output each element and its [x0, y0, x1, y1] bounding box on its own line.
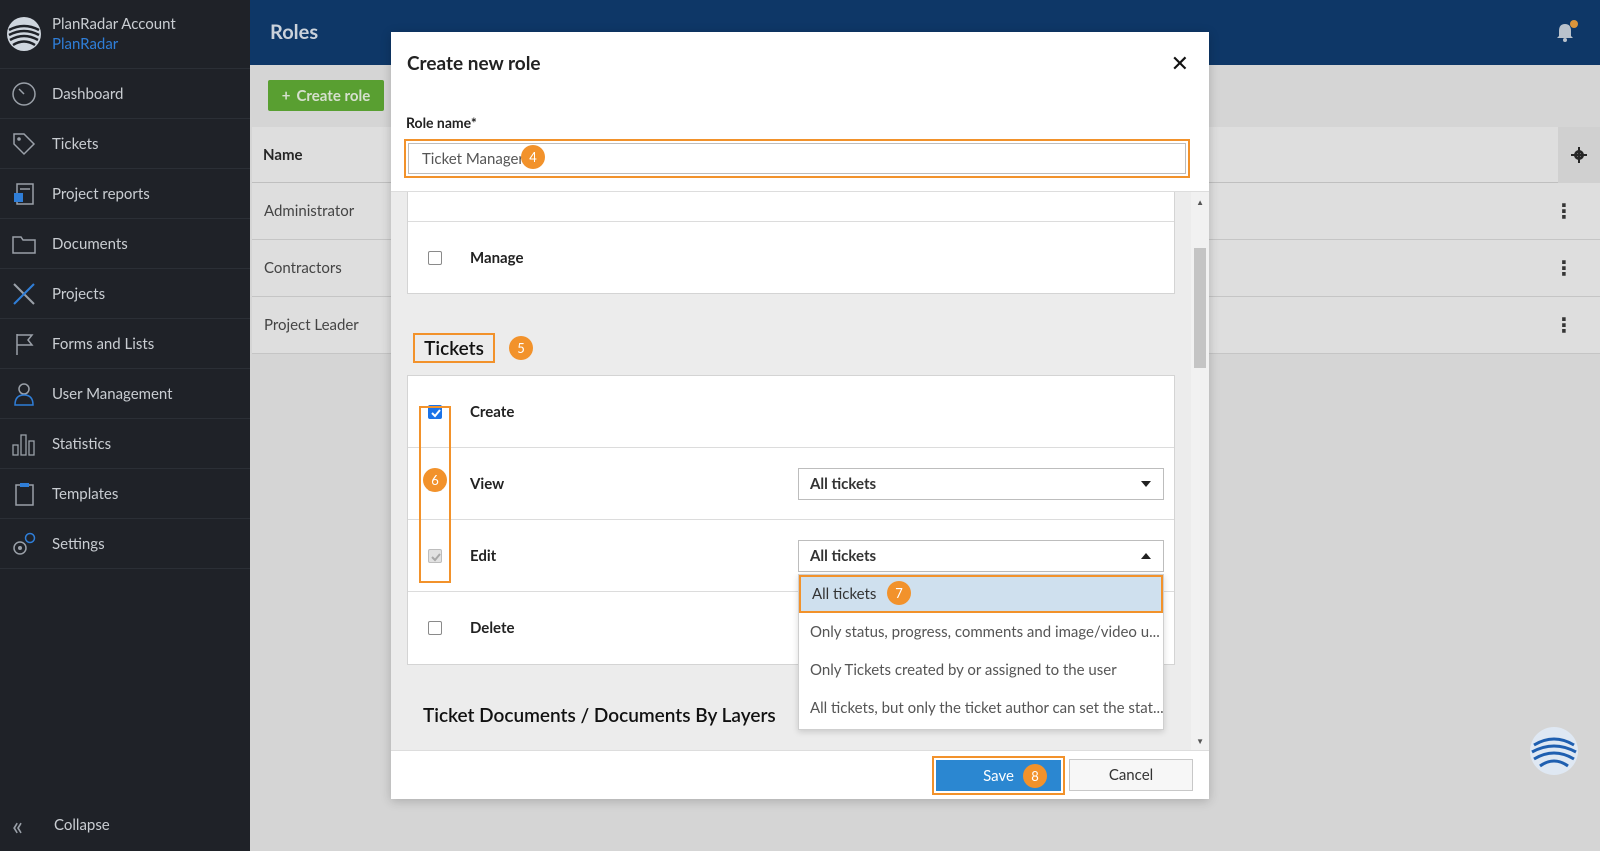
user-icon — [10, 380, 38, 408]
dropdown-option-created-or-assigned[interactable]: Only Tickets created by or assigned to t… — [799, 651, 1163, 689]
dropdown-option-all-tickets[interactable]: All tickets — [799, 575, 1163, 613]
permission-label: View — [470, 474, 505, 493]
report-icon — [10, 180, 38, 208]
edit-scope-select[interactable]: All tickets — [798, 539, 1164, 572]
sidebar-item-dashboard[interactable]: Dashboard — [0, 69, 250, 119]
sidebar-item-label: User Management — [52, 384, 173, 403]
sidebar-item-tickets[interactable]: Tickets — [0, 119, 250, 169]
sidebar-item-label: Settings — [52, 534, 105, 553]
ruler-pencil-icon — [10, 280, 38, 308]
modal-footer: Save 8 Cancel — [391, 750, 1209, 799]
planradar-logo-icon — [7, 17, 41, 51]
edit-scope-dropdown: All tickets Only status, progress, comme… — [798, 574, 1164, 730]
permission-label: Create — [470, 402, 515, 421]
caret-down-icon — [1141, 480, 1151, 487]
option-label: All tickets — [812, 585, 877, 603]
folder-icon — [10, 230, 38, 258]
sidebar-item-label: Documents — [52, 234, 128, 253]
close-icon[interactable]: ✕ — [1171, 52, 1189, 74]
step-badge-6: 6 — [423, 468, 447, 492]
account-switcher[interactable]: PlanRadar Account PlanRadar — [0, 0, 250, 69]
sidebar: PlanRadar Account PlanRadar Dashboard Ti… — [0, 0, 250, 851]
caret-up-icon — [1141, 552, 1151, 559]
sidebar-item-projects[interactable]: Projects — [0, 269, 250, 319]
gears-icon — [10, 530, 38, 558]
sidebar-item-label: Statistics — [52, 434, 112, 453]
account-label: PlanRadar Account — [52, 15, 176, 33]
permission-group-previous: Manage — [407, 192, 1175, 294]
sidebar-item-forms-and-lists[interactable]: Forms and Lists — [0, 319, 250, 369]
option-label: Only Tickets created by or assigned to t… — [810, 661, 1117, 679]
permission-label: Edit — [470, 546, 497, 565]
step-badge-4: 4 — [521, 145, 545, 169]
permission-label: Delete — [470, 619, 515, 637]
scroll-down-arrow-icon[interactable]: ▼ — [1196, 736, 1204, 746]
section-title-tickets: Tickets — [424, 336, 484, 360]
tickets-section-highlight: Tickets — [413, 333, 495, 363]
dashboard-icon — [10, 80, 38, 108]
select-value: All tickets — [810, 474, 877, 493]
step-badge-5: 5 — [509, 336, 533, 360]
double-chevron-left-icon: « — [12, 809, 24, 841]
modal-scrollbar[interactable]: ▲ ▼ — [1191, 192, 1209, 750]
permission-row-create[interactable]: Create — [408, 376, 1174, 448]
save-label: Save — [983, 766, 1014, 785]
sidebar-item-label: Forms and Lists — [52, 334, 155, 353]
flag-icon — [10, 330, 38, 358]
clipboard-icon — [10, 480, 38, 508]
sidebar-item-label: Tickets — [52, 134, 99, 153]
step-badge-8: 8 — [1023, 764, 1047, 788]
planradar-help-bubble-icon[interactable] — [1528, 725, 1580, 777]
dropdown-option-status-progress[interactable]: Only status, progress, comments and imag… — [799, 613, 1163, 651]
delete-checkbox[interactable] — [428, 621, 442, 635]
option-label: Only status, progress, comments and imag… — [810, 623, 1160, 641]
scroll-up-arrow-icon[interactable]: ▲ — [1196, 197, 1204, 207]
sidebar-item-label: Dashboard — [52, 84, 124, 103]
option-label: All tickets, but only the ticket author … — [810, 699, 1163, 717]
step-badge-7: 7 — [887, 581, 911, 605]
collapse-button[interactable]: « Collapse — [0, 799, 250, 851]
checkbox-column-highlight — [419, 406, 451, 583]
collapse-label: Collapse — [54, 816, 110, 834]
sidebar-item-label: Templates — [52, 484, 119, 503]
sidebar-item-user-management[interactable]: User Management — [0, 369, 250, 419]
manage-checkbox[interactable] — [428, 251, 442, 265]
scrollbar-thumb[interactable] — [1194, 248, 1206, 368]
view-scope-select[interactable]: All tickets — [798, 467, 1164, 500]
modal-title: Create new role — [407, 52, 541, 75]
sidebar-item-label: Project reports — [52, 184, 150, 203]
permission-label: Manage — [470, 249, 524, 267]
select-value: All tickets — [810, 546, 877, 565]
role-name-label: Role name* — [406, 114, 477, 131]
company-label: PlanRadar — [52, 35, 119, 53]
sidebar-item-statistics[interactable]: Statistics — [0, 419, 250, 469]
cancel-button[interactable]: Cancel — [1069, 759, 1193, 791]
sidebar-item-documents[interactable]: Documents — [0, 219, 250, 269]
create-role-modal: Create new role ✕ Role name* 4 Manage Ti… — [391, 32, 1209, 799]
sidebar-item-templates[interactable]: Templates — [0, 469, 250, 519]
section-title-ticket-documents: Ticket Documents / Documents By Layers — [423, 704, 776, 727]
tag-icon — [10, 130, 38, 158]
bar-chart-icon — [10, 430, 38, 458]
dropdown-option-author-sets-status[interactable]: All tickets, but only the ticket author … — [799, 689, 1163, 727]
permission-row-view[interactable]: View All tickets — [408, 448, 1174, 520]
sidebar-item-settings[interactable]: Settings — [0, 519, 250, 569]
permission-row-manage[interactable]: Manage — [408, 222, 1174, 294]
sidebar-item-project-reports[interactable]: Project reports — [0, 169, 250, 219]
sidebar-item-label: Projects — [52, 284, 106, 303]
